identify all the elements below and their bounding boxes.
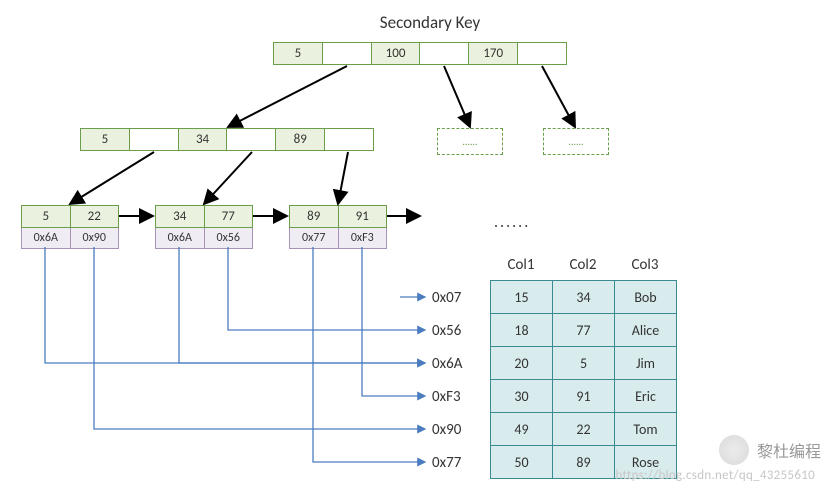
cell: Alice xyxy=(615,314,677,347)
cell: 15 xyxy=(491,281,553,314)
cell: 20 xyxy=(491,347,553,380)
root-ptr-2 xyxy=(518,43,566,64)
root-key-2: 170 xyxy=(469,43,518,64)
mid-ptr-2 xyxy=(325,129,373,150)
table-row: 49 22 Tom xyxy=(491,413,677,446)
cell: Tom xyxy=(615,413,677,446)
cell: Jim xyxy=(615,347,677,380)
leaf2-key-0: 34 xyxy=(156,206,205,227)
watermark-badge: 黎杜编程 xyxy=(719,435,821,465)
row-addr-1: 0x56 xyxy=(432,322,461,340)
leaf3-addr-1: 0xF3 xyxy=(339,228,387,248)
leaf2-addr-0: 0x6A xyxy=(156,228,205,248)
watermark-name: 黎杜编程 xyxy=(757,438,821,462)
table-header-0: Col1 xyxy=(490,256,552,274)
cell: 91 xyxy=(553,380,615,413)
table-header-1: Col2 xyxy=(552,256,614,274)
cell: Bob xyxy=(615,281,677,314)
mid-key-0: 5 xyxy=(81,129,130,150)
leaf-node-3: 89 91 0x77 0xF3 xyxy=(289,205,387,249)
ghost-node-2: ...... xyxy=(543,128,609,155)
cell: 89 xyxy=(553,446,615,479)
mid-key-1: 34 xyxy=(179,129,228,150)
leaf1-key-1: 22 xyxy=(71,206,119,227)
leaf3-key-1: 91 xyxy=(339,206,387,227)
leaf3-addr-0: 0x77 xyxy=(290,228,339,248)
cell: 77 xyxy=(553,314,615,347)
cell: Eric xyxy=(615,380,677,413)
leaf1-key-0: 5 xyxy=(22,206,71,227)
watermark-url: https://blog.csdn.net/qq_43255610 xyxy=(615,468,815,483)
table-row: 30 91 Eric xyxy=(491,380,677,413)
leaf-node-1: 5 22 0x6A 0x90 xyxy=(21,205,119,249)
table-row: 15 34 Bob xyxy=(491,281,677,314)
table-row: 18 77 Alice xyxy=(491,314,677,347)
leaf-node-2: 34 77 0x6A 0x56 xyxy=(155,205,253,249)
leaf-ellipsis: ...... xyxy=(494,213,530,232)
table-row: 20 5 Jim xyxy=(491,347,677,380)
mid-ptr-1 xyxy=(227,129,276,150)
leaf1-addr-0: 0x6A xyxy=(22,228,71,248)
row-addr-2: 0x6A xyxy=(432,355,462,373)
leaf1-addr-1: 0x90 xyxy=(71,228,119,248)
cell: 50 xyxy=(491,446,553,479)
cell: 49 xyxy=(491,413,553,446)
ghost-node-1: ...... xyxy=(437,128,503,155)
table-header-2: Col3 xyxy=(614,256,676,274)
tree-internal-node: 5 34 89 xyxy=(80,128,374,151)
mid-ptr-0 xyxy=(130,129,179,150)
tree-root-node: 5 100 170 xyxy=(273,42,567,65)
leaf2-addr-1: 0x56 xyxy=(205,228,253,248)
cell: 34 xyxy=(553,281,615,314)
row-addr-4: 0x90 xyxy=(432,421,461,439)
root-key-1: 100 xyxy=(372,43,421,64)
leaf3-key-0: 89 xyxy=(290,206,339,227)
cell: 18 xyxy=(491,314,553,347)
data-table: 15 34 Bob 18 77 Alice 20 5 Jim 30 91 Eri… xyxy=(490,280,677,479)
root-key-0: 5 xyxy=(274,43,323,64)
cell: 22 xyxy=(553,413,615,446)
cell: 30 xyxy=(491,380,553,413)
wechat-icon xyxy=(719,435,749,465)
root-ptr-1 xyxy=(420,43,469,64)
connector-lines xyxy=(0,0,833,501)
root-ptr-0 xyxy=(323,43,372,64)
row-addr-0: 0x07 xyxy=(432,289,461,307)
diagram-title: Secondary Key xyxy=(330,12,530,33)
cell: 5 xyxy=(553,347,615,380)
mid-key-2: 89 xyxy=(276,129,325,150)
row-addr-3: 0xF3 xyxy=(432,388,461,406)
leaf2-key-1: 77 xyxy=(205,206,253,227)
row-addr-5: 0x77 xyxy=(432,454,461,472)
